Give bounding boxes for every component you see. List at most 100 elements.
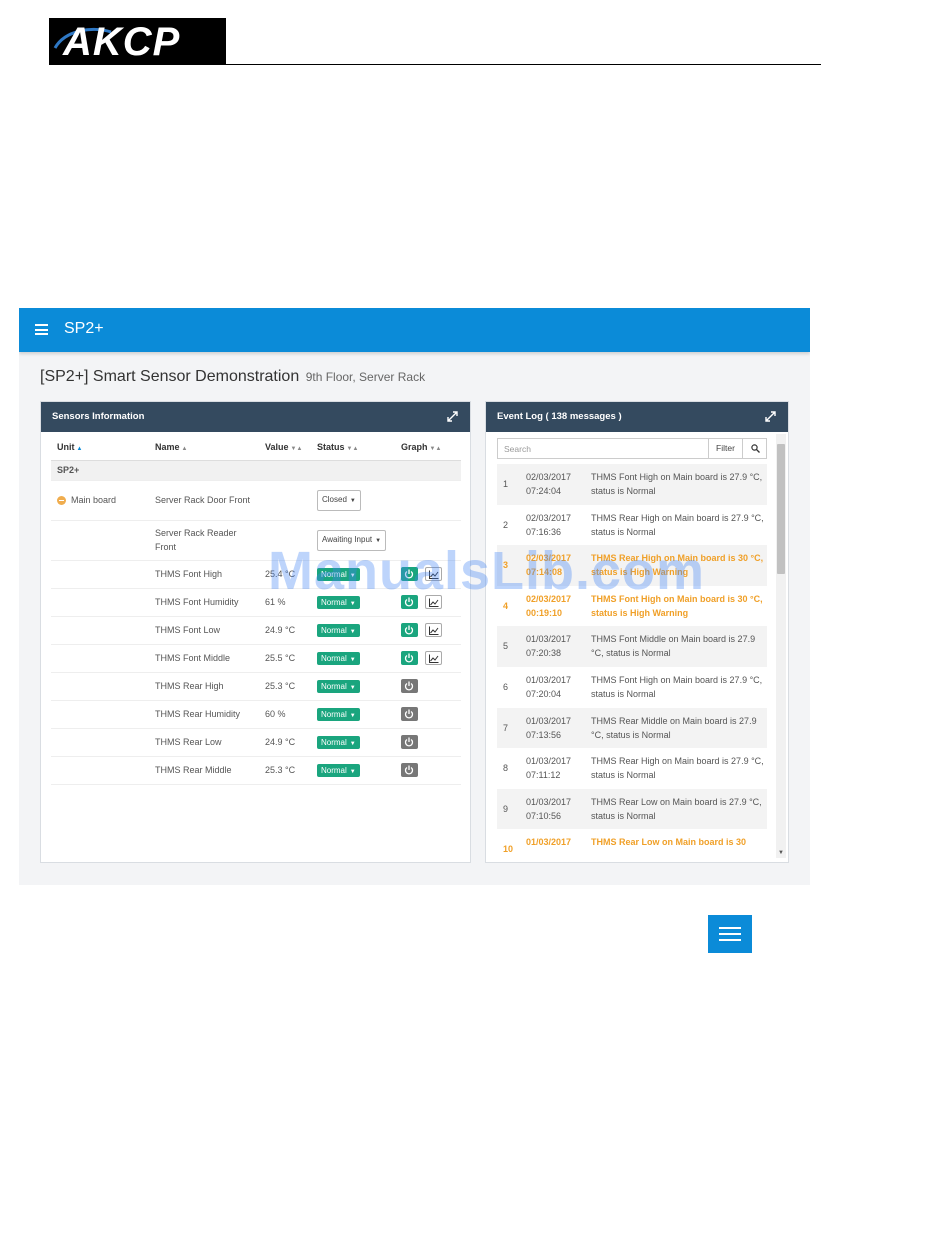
page-subtitle: 9th Floor, Server Rack bbox=[305, 370, 426, 384]
top-app-bar: SP2+ bbox=[19, 308, 810, 352]
sensors-panel-title: Sensors Information bbox=[52, 411, 145, 422]
sensor-table-header: Unit ▲ Name ▲ Value ▼▲ Status ▼▲ Graph ▼▲ bbox=[51, 434, 461, 461]
event-date: 01/03/2017 bbox=[526, 796, 572, 807]
event-message: THMS Font High on Main board is 30 °C, s… bbox=[591, 593, 763, 618]
page-title: [SP2+] Smart Sensor Demonstration 9th Fl… bbox=[40, 368, 425, 386]
line-chart-icon[interactable] bbox=[424, 567, 442, 581]
table-row[interactable]: THMS Font Middle 25.5 °C Normal ▼ bbox=[51, 644, 461, 673]
filter-button[interactable]: Filter bbox=[708, 439, 742, 458]
line-chart-icon[interactable] bbox=[424, 595, 442, 609]
event-date: 02/03/2017 bbox=[526, 553, 572, 564]
event-row-warning[interactable]: 4 02/03/2017 00:19:10 THMS Font High on M… bbox=[497, 586, 767, 627]
event-row[interactable]: 5 01/03/2017 07:20:38 THMS Font Middle on… bbox=[497, 626, 767, 667]
event-log-header: Event Log ( 138 messages ) bbox=[486, 402, 788, 432]
table-row[interactable]: Server Rack Reader Front Awaiting Input ▼ bbox=[51, 520, 461, 561]
expand-icon[interactable] bbox=[765, 411, 776, 422]
column-value[interactable]: Value ▼▲ bbox=[259, 434, 311, 461]
table-row[interactable]: THMS Font Low 24.9 °C Normal ▼ bbox=[51, 616, 461, 645]
search-button[interactable] bbox=[742, 439, 767, 458]
search-input[interactable] bbox=[498, 439, 708, 458]
hamburger-menu-icon[interactable] bbox=[35, 324, 48, 335]
power-toggle-icon[interactable] bbox=[401, 651, 418, 665]
event-message: THMS Font High on Main board is 27.9 °C,… bbox=[591, 674, 763, 699]
line-chart-icon[interactable] bbox=[424, 623, 442, 637]
status-dropdown[interactable]: Normal ▼ bbox=[317, 651, 360, 665]
table-row[interactable]: THMS Rear High 25.3 °C Normal ▼ bbox=[51, 672, 461, 701]
power-toggle-icon[interactable] bbox=[401, 735, 418, 749]
sensor-name: THMS Font Humidity bbox=[149, 588, 259, 617]
table-row[interactable]: Main board Server Rack Door Front Closed… bbox=[51, 480, 461, 521]
unit-label: Main board bbox=[71, 495, 117, 505]
power-toggle-icon[interactable] bbox=[401, 707, 418, 721]
power-toggle-icon[interactable] bbox=[401, 763, 418, 777]
sensor-name: Server Rack Door Front bbox=[149, 480, 259, 521]
status-dropdown[interactable]: Normal ▼ bbox=[317, 567, 360, 581]
event-row[interactable]: 2 02/03/2017 07:16:36 THMS Rear High on M… bbox=[497, 505, 767, 546]
scroll-down-arrow-icon[interactable]: ▼ bbox=[778, 850, 784, 856]
event-time: 00:19:10 bbox=[526, 607, 563, 618]
event-number: 10 bbox=[503, 844, 514, 855]
ui-screenshot: SP2+ [SP2+] Smart Sensor Demonstration 9… bbox=[19, 308, 810, 885]
column-graph[interactable]: Graph ▼▲ bbox=[395, 434, 461, 461]
event-row-warning[interactable]: 10 01/03/2017 THMS Rear Low on Main boar… bbox=[497, 829, 767, 859]
menu-button[interactable] bbox=[708, 915, 752, 953]
event-message: THMS Rear Low on Main board is 30 bbox=[591, 837, 747, 848]
menu-icon-bar bbox=[719, 933, 741, 935]
power-toggle-icon[interactable] bbox=[401, 567, 418, 581]
status-dropdown[interactable]: Normal ▼ bbox=[317, 595, 360, 609]
event-date: 02/03/2017 bbox=[526, 512, 572, 523]
event-row[interactable]: 1 02/03/2017 07:24:04 THMS Font High on M… bbox=[497, 464, 767, 505]
event-message: THMS Font Middle on Main board is 27.9 °… bbox=[591, 634, 756, 659]
table-row[interactable]: THMS Rear Middle 25.3 °C Normal ▼ bbox=[51, 756, 461, 785]
sensor-name: THMS Rear Low bbox=[149, 728, 259, 757]
table-row[interactable]: THMS Rear Low 24.9 °C Normal ▼ bbox=[51, 728, 461, 757]
table-row[interactable]: THMS Font High 25.4 °C Normal ▼ bbox=[51, 560, 461, 589]
power-toggle-icon[interactable] bbox=[401, 623, 418, 637]
power-toggle-icon[interactable] bbox=[401, 679, 418, 693]
sensor-name: THMS Rear Middle bbox=[149, 756, 259, 785]
akcp-logo: AKCP bbox=[49, 18, 226, 65]
menu-icon-bar bbox=[719, 927, 741, 929]
column-name[interactable]: Name ▲ bbox=[149, 434, 259, 461]
status-dropdown[interactable]: Normal ▼ bbox=[317, 707, 360, 721]
event-date: 01/03/2017 bbox=[526, 715, 572, 726]
event-row[interactable]: 8 01/03/2017 07:11:12 THMS Rear High on M… bbox=[497, 748, 767, 789]
event-log-panel: Event Log ( 138 messages ) Filter 1 02/0… bbox=[485, 401, 789, 863]
status-dropdown[interactable]: Normal ▼ bbox=[317, 679, 360, 693]
event-date: 01/03/2017 bbox=[526, 756, 572, 767]
power-toggle-icon[interactable] bbox=[401, 595, 418, 609]
manual-page: AKCP SP2+ [SP2+] Smart Sensor Demonstrat… bbox=[0, 0, 950, 1254]
event-row[interactable]: 6 01/03/2017 07:20:04 THMS Font High on M… bbox=[497, 667, 767, 708]
event-date: 01/03/2017 bbox=[526, 837, 572, 848]
event-row[interactable]: 7 01/03/2017 07:13:56 THMS Rear Middle on… bbox=[497, 707, 767, 749]
line-chart-icon[interactable] bbox=[424, 651, 442, 665]
event-log-scrollbar[interactable]: ▼ bbox=[776, 434, 786, 858]
event-row-warning[interactable]: 3 02/03/2017 07:14:08 THMS Rear High on M… bbox=[497, 545, 767, 586]
column-status[interactable]: Status ▼▲ bbox=[311, 434, 395, 461]
event-number: 2 bbox=[503, 519, 509, 530]
event-message: THMS Font High on Main board is 27.9 °C,… bbox=[591, 472, 763, 496]
event-row[interactable]: 9 01/03/2017 07:10:56 THMS Rear Low on Ma… bbox=[497, 788, 767, 830]
status-dropdown[interactable]: Normal ▼ bbox=[317, 735, 360, 749]
table-row[interactable]: THMS Rear Humidity 60 % Normal ▼ bbox=[51, 700, 461, 729]
event-date: 01/03/2017 bbox=[526, 634, 572, 645]
status-dropdown[interactable]: Normal ▼ bbox=[317, 623, 360, 637]
event-number: 9 bbox=[503, 803, 509, 814]
app-title: SP2+ bbox=[64, 320, 104, 337]
column-unit[interactable]: Unit ▲ bbox=[51, 434, 149, 461]
expand-icon[interactable] bbox=[447, 411, 458, 422]
status-dropdown[interactable]: Closed ▼ bbox=[317, 489, 361, 511]
scrollbar-thumb[interactable] bbox=[777, 444, 785, 574]
event-date: 02/03/2017 bbox=[526, 472, 572, 482]
event-time: 07:24:04 bbox=[526, 486, 562, 496]
status-dropdown[interactable]: Normal ▼ bbox=[317, 763, 360, 777]
table-row[interactable]: THMS Font Humidity 61 % Normal ▼ bbox=[51, 588, 461, 617]
sensor-name: THMS Font Low bbox=[149, 616, 259, 645]
header-rule bbox=[49, 64, 821, 65]
event-time: 07:20:04 bbox=[526, 688, 562, 699]
event-number: 4 bbox=[503, 600, 509, 611]
sensor-value: 61 % bbox=[259, 588, 311, 617]
status-dropdown[interactable]: Awaiting Input ▼ bbox=[317, 529, 387, 551]
logo-text: AKCP bbox=[63, 20, 181, 64]
event-date: 01/03/2017 bbox=[526, 674, 572, 685]
